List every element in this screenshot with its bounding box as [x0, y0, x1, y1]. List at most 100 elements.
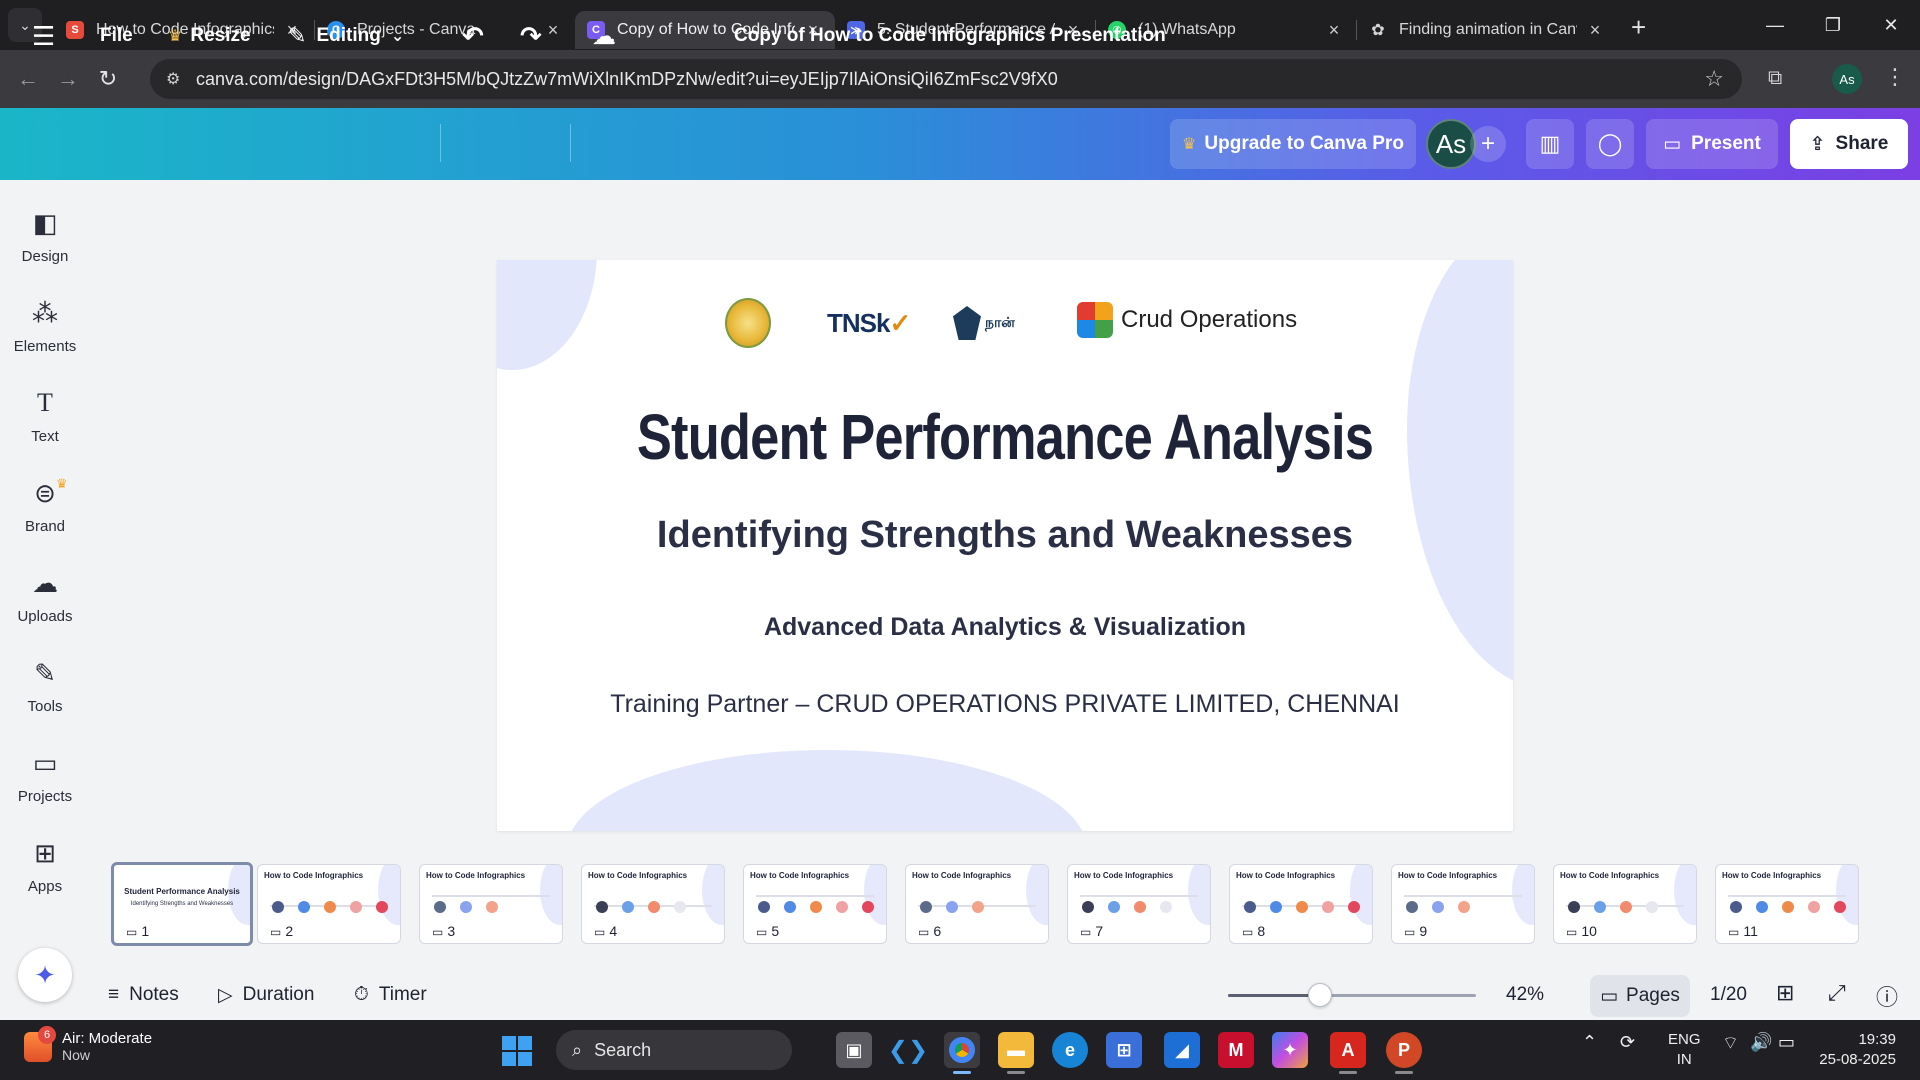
zoom-slider-handle[interactable] — [1307, 983, 1332, 1007]
system-clock[interactable]: 19:39 25-08-2025 — [1812, 1030, 1896, 1070]
redo-button[interactable]: ↷ — [520, 0, 542, 72]
slide-tagline[interactable]: Advanced Data Analytics & Visualization — [497, 613, 1513, 642]
page-thumbnail-6[interactable]: How to Code Infographics ▭ 6 — [905, 864, 1049, 944]
file-explorer-icon[interactable]: ▬ — [998, 1032, 1034, 1068]
copilot-icon[interactable]: ✦ — [1272, 1032, 1308, 1068]
undo-button[interactable]: ↶ — [462, 0, 484, 72]
page-thumbnail-10[interactable]: How to Code Infographics ▭ 10 — [1553, 864, 1697, 944]
site-info-icon[interactable]: ⚙ — [166, 69, 196, 89]
sync-icon[interactable]: ⟳ — [1620, 1032, 1635, 1053]
pages-button[interactable]: ▭ Pages — [1590, 975, 1690, 1017]
windows-start-button[interactable] — [502, 1036, 532, 1066]
menu-hamburger-icon[interactable]: ☰ — [32, 0, 55, 72]
close-icon[interactable]: × — [543, 20, 563, 41]
play-box-icon: ▷ — [218, 984, 233, 1006]
vscode-icon[interactable]: ❮❯ — [888, 1032, 928, 1068]
sidebar-item-elements[interactable]: ⁂ Elements — [0, 296, 90, 355]
user-avatar[interactable]: As — [1426, 119, 1476, 169]
browser-menu-icon[interactable]: ⋮ — [1884, 64, 1906, 90]
browser-profile-avatar[interactable]: As — [1832, 64, 1862, 94]
crud-operations-logo[interactable]: Crud Operations — [1077, 302, 1297, 338]
timer-button[interactable]: ⏱ Timer — [354, 970, 427, 1020]
sidebar-item-design[interactable]: ◧ Design — [0, 206, 90, 265]
sidebar-item-text[interactable]: T Text — [0, 386, 90, 445]
weather-widget[interactable]: 6 Air: Moderate Now — [24, 1025, 153, 1063]
chevron-up-icon[interactable]: ⌃ — [1582, 1032, 1597, 1053]
naan-mudhalvan-logo[interactable]: நான் — [953, 302, 1033, 344]
share-button[interactable]: ⇪ Share — [1790, 119, 1908, 169]
resize-label: Resize — [190, 25, 251, 46]
slide-canvas[interactable]: TNSk✓ நான் Crud Operations Student Perfo… — [497, 260, 1513, 831]
taskbar-search[interactable]: ⌕ Search — [556, 1030, 792, 1070]
sidebar-item-brand[interactable]: ♛ ⊜ Brand — [0, 476, 90, 535]
close-icon[interactable]: × — [1585, 20, 1605, 41]
editing-mode-dropdown[interactable]: ✎ Editing ⌄ — [288, 0, 404, 72]
slide-subtitle[interactable]: Identifying Strengths and Weaknesses — [497, 514, 1513, 557]
file-menu-button[interactable]: File — [100, 0, 133, 72]
fullscreen-icon[interactable]: ⤢ — [1828, 980, 1846, 1006]
powerpoint-icon[interactable]: P — [1386, 1032, 1422, 1068]
grid-view-icon[interactable]: ⊞ — [1776, 980, 1794, 1006]
notes-button[interactable]: ≡ Notes — [108, 970, 179, 1020]
notification-badge: 6 — [38, 1025, 56, 1044]
volume-icon[interactable]: 🔊 — [1750, 1032, 1772, 1053]
sidebar-item-projects[interactable]: ▭ Projects — [0, 746, 90, 805]
restore-button[interactable]: ❐ — [1804, 0, 1862, 50]
insights-chart-button[interactable]: ▥ — [1526, 119, 1574, 169]
magic-assistant-button[interactable]: ✦ — [18, 948, 72, 1002]
input-language-indicator[interactable]: ENG IN — [1668, 1030, 1701, 1070]
upgrade-to-pro-button[interactable]: ♛ Upgrade to Canva Pro — [1170, 119, 1416, 169]
store-icon[interactable]: ⊞ — [1106, 1032, 1142, 1068]
wifi-icon[interactable]: ⌔ — [1722, 1032, 1739, 1055]
page-thumbnail-3[interactable]: How to Code Infographics ▭ 3 — [419, 864, 563, 944]
sidebar-item-apps[interactable]: ⊞ Apps — [0, 836, 90, 895]
close-window-button[interactable]: ✕ — [1862, 0, 1920, 50]
help-icon[interactable]: ⓘ — [1876, 980, 1898, 1012]
close-icon[interactable]: × — [1324, 20, 1344, 41]
chrome-icon[interactable] — [944, 1032, 980, 1068]
extensions-icon[interactable]: ⧉ — [1768, 67, 1782, 90]
resize-button[interactable]: ♛ Resize — [168, 0, 251, 72]
page-thumbnail-2[interactable]: How to Code Infographics ▭ 2 — [257, 864, 401, 944]
weather-text: Air: Moderate — [62, 1030, 153, 1047]
page-thumbnail-9[interactable]: How to Code Infographics ▭ 9 — [1391, 864, 1535, 944]
task-view-icon[interactable]: ▣ — [836, 1032, 872, 1068]
cloud-save-status-icon[interactable]: ☁ — [592, 0, 616, 72]
acrobat-icon[interactable]: A — [1330, 1032, 1366, 1068]
present-button[interactable]: ▭ Present — [1646, 119, 1778, 169]
zoom-slider[interactable] — [1228, 983, 1476, 1007]
tnsk-logo[interactable]: TNSk✓ — [827, 308, 911, 339]
slide-title[interactable]: Student Performance Analysis — [588, 400, 1421, 474]
sidebar-item-tools[interactable]: ✎ Tools — [0, 656, 90, 715]
comment-icon: ◯ — [1597, 131, 1623, 156]
elements-icon: ⁂ — [32, 298, 58, 328]
minimize-button[interactable]: — — [1746, 0, 1804, 50]
add-collaborator-button[interactable]: + — [1470, 126, 1506, 162]
vpn-icon[interactable]: ◢ — [1164, 1032, 1200, 1068]
bookmark-star-icon[interactable]: ☆ — [1704, 66, 1724, 92]
sidebar-item-uploads[interactable]: ☁ Uploads — [0, 566, 90, 625]
present-icon: ▭ — [1080, 925, 1092, 939]
page-counter[interactable]: 1/20 — [1710, 984, 1747, 1006]
zoom-level[interactable]: 42% — [1506, 984, 1544, 1006]
pages-icon: ▭ — [1600, 985, 1619, 1007]
page-thumbnail-8[interactable]: How to Code Infographics ▭ 8 — [1229, 864, 1373, 944]
slide-training-partner[interactable]: Training Partner – CRUD OPERATIONS PRIVA… — [497, 690, 1513, 719]
clock-date: 25-08-2025 — [1819, 1051, 1896, 1068]
tn-emblem-logo[interactable] — [725, 298, 771, 348]
page-thumbnail-11[interactable]: How to Code Infographics ▭ 11 — [1715, 864, 1859, 944]
new-tab-button[interactable]: + — [1631, 12, 1646, 43]
thumb-dot — [1244, 901, 1256, 913]
comments-button[interactable]: ◯ — [1586, 119, 1634, 169]
duration-button[interactable]: ▷ Duration — [218, 970, 314, 1020]
document-title[interactable]: Copy of How to Code Infographics Present… — [734, 0, 1166, 72]
page-thumbnail-7[interactable]: How to Code Infographics ▭ 7 — [1067, 864, 1211, 944]
page-number: ▭ 1 — [124, 923, 152, 939]
browser-tab-6[interactable]: ✿ Finding animation in Canva × — [1357, 11, 1617, 49]
mcafee-icon[interactable]: M — [1218, 1032, 1254, 1068]
page-thumbnail-1[interactable]: Student Performance Analysis Identifying… — [111, 862, 253, 946]
edge-icon[interactable]: e — [1052, 1032, 1088, 1068]
battery-icon[interactable]: ▭ — [1778, 1032, 1795, 1053]
page-thumbnail-5[interactable]: How to Code Infographics ▭ 5 — [743, 864, 887, 944]
page-thumbnail-4[interactable]: How to Code Infographics ▭ 4 — [581, 864, 725, 944]
